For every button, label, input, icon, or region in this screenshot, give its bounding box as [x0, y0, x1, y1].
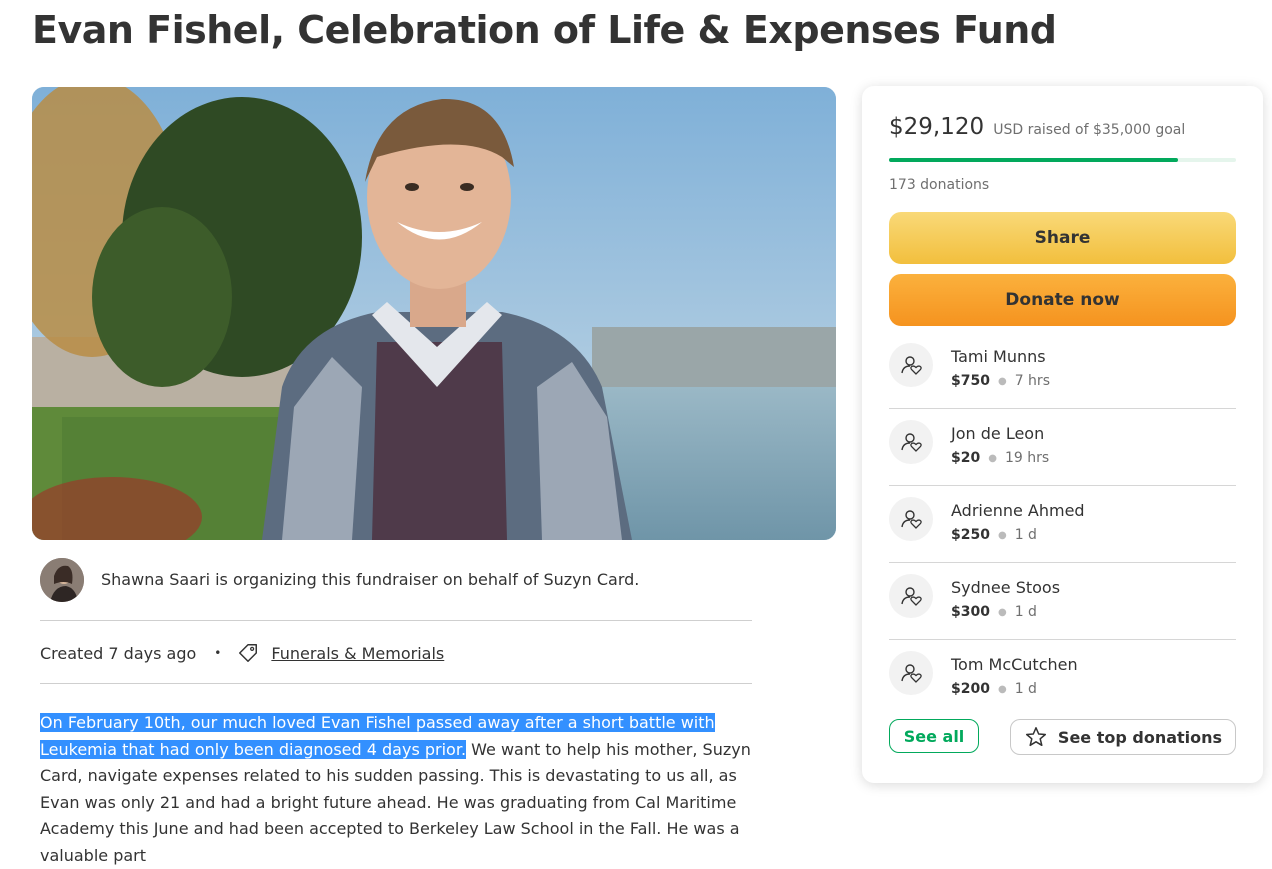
see-all-button[interactable]: See all — [889, 719, 979, 753]
donor-name: Tami Munns — [951, 347, 1046, 366]
see-top-donations-button[interactable]: See top donations — [1010, 719, 1236, 755]
hero-photo — [32, 87, 836, 540]
organizer-avatar-image — [40, 558, 84, 602]
donation-item: Adrienne Ahmed $250 ● 1 d — [889, 486, 1236, 563]
donation-count: 173 donations — [889, 177, 990, 193]
donor-heart-icon — [889, 651, 933, 695]
page-title: Evan Fishel, Celebration of Life & Expen… — [32, 8, 1057, 52]
organizer-text: Shawna Saari is organizing this fundrais… — [101, 570, 640, 589]
donor-heart-icon — [889, 574, 933, 618]
donation-time: 19 hrs — [1004, 450, 1050, 466]
separator-dot: ● — [997, 376, 1007, 387]
donation-amount: $20 — [951, 450, 981, 466]
fundraiser-meta: Created 7 days ago • Funerals & Memorial… — [40, 640, 444, 666]
divider — [40, 620, 752, 621]
donate-now-button[interactable]: Donate now — [889, 274, 1236, 326]
created-date: Created 7 days ago — [40, 643, 197, 663]
donation-time: 1 d — [1014, 604, 1037, 620]
donation-time: 7 hrs — [1014, 373, 1050, 389]
donor-heart-icon — [889, 343, 933, 387]
tag-icon — [239, 644, 258, 662]
donor-heart-icon — [889, 497, 933, 541]
share-button[interactable]: Share — [889, 212, 1236, 264]
story-text: On February 10th, our much loved Evan Fi… — [40, 710, 756, 869]
donation-amount: $300 — [951, 604, 990, 620]
donation-item: Sydnee Stoos $300 ● 1 d — [889, 563, 1236, 640]
donor-name: Adrienne Ahmed — [951, 501, 1085, 520]
divider — [40, 683, 752, 684]
donation-time: 1 d — [1014, 527, 1037, 543]
donation-amount: $750 — [951, 373, 990, 389]
share-button-label: Share — [1034, 228, 1091, 248]
separator-dot: ● — [997, 530, 1007, 541]
raised-amount: $29,120 — [889, 114, 985, 140]
progress-fill — [889, 158, 1178, 162]
organizer-info: Shawna Saari is organizing this fundrais… — [40, 558, 752, 604]
donor-name: Jon de Leon — [951, 424, 1045, 443]
category-link[interactable]: Funerals & Memorials — [271, 644, 444, 663]
donation-time: 1 d — [1014, 681, 1037, 697]
hero-photo-illustration — [32, 87, 836, 540]
amount-raised: $29,120 USD raised of $35,000 goal — [889, 114, 1185, 140]
donate-button-label: Donate now — [1005, 290, 1120, 310]
separator-dot: ● — [997, 607, 1007, 618]
separator-dot: ● — [997, 684, 1007, 695]
goal-text: USD raised of $35,000 goal — [993, 122, 1186, 138]
meta-separator: • — [214, 646, 222, 660]
donation-card: $29,120 USD raised of $35,000 goal 173 d… — [862, 86, 1263, 783]
star-icon — [1025, 727, 1046, 747]
recent-donations-list: Tami Munns $750 ● 7 hrs Jon de Leon $20 ● 19… — [889, 332, 1236, 716]
donation-item: Tami Munns $750 ● 7 hrs — [889, 332, 1236, 409]
donation-item: Jon de Leon $20 ● 19 hrs — [889, 409, 1236, 486]
donor-name: Sydnee Stoos — [951, 578, 1061, 597]
separator-dot: ● — [988, 453, 997, 464]
progress-bar — [889, 158, 1236, 162]
donation-item: Tom McCutchen $200 ● 1 d — [889, 640, 1236, 716]
organizer-avatar[interactable] — [40, 558, 84, 602]
donor-heart-icon — [889, 420, 933, 464]
see-top-donations-label: See top donations — [1057, 727, 1223, 747]
donation-amount: $250 — [951, 527, 990, 543]
donation-amount: $200 — [951, 681, 990, 697]
see-all-label: See all — [903, 726, 965, 746]
donor-name: Tom McCutchen — [951, 655, 1078, 674]
